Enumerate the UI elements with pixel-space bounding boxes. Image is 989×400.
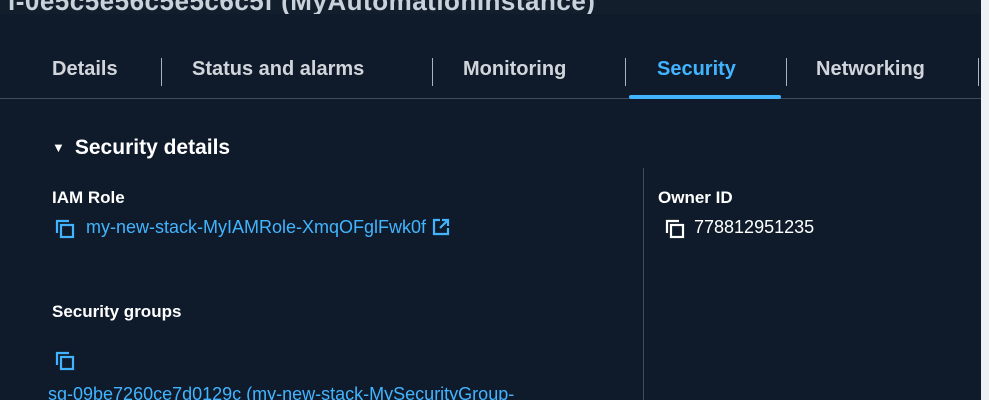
tab-separator [625, 58, 626, 86]
instance-title: i-0e5c5e56c5e5c6c5f (MyAutomationInstanc… [8, 0, 595, 14]
tab-bar-underline [0, 98, 981, 99]
copy-icon[interactable] [665, 219, 685, 239]
iam-role-value: my-new-stack-MyIAMRole-XmqOFglFwk0f [86, 217, 427, 237]
security-details-toggle[interactable]: ▼ Security details [52, 136, 230, 160]
copy-icon[interactable] [55, 351, 75, 371]
tab-bar: Details Status and alarms Monitoring Sec… [0, 48, 981, 98]
tab-separator [161, 58, 162, 86]
security-group-link[interactable]: sg-09be7260ce7d0129c (my-new-stack-MySec… [48, 384, 514, 400]
active-tab-indicator [629, 95, 781, 99]
tab-networking[interactable]: Networking [816, 58, 925, 81]
instance-detail-panel: i-0e5c5e56c5e5c6c5f (MyAutomationInstanc… [0, 0, 989, 400]
tab-separator [978, 58, 979, 86]
instance-title-bar: i-0e5c5e56c5e5c6c5f (MyAutomationInstanc… [0, 0, 989, 14]
tab-separator [432, 58, 433, 86]
iam-role-link[interactable]: my-new-stack-MyIAMRole-XmqOFglFwk0f [86, 217, 450, 238]
external-link-icon [432, 218, 450, 236]
owner-id-value: 778812951235 [694, 217, 815, 237]
caret-down-icon: ▼ [52, 140, 65, 155]
column-divider [643, 168, 644, 400]
tab-security[interactable]: Security [657, 58, 736, 81]
tab-monitoring[interactable]: Monitoring [463, 58, 566, 81]
copy-icon[interactable] [55, 219, 75, 239]
tab-separator [786, 58, 787, 86]
owner-id-label: Owner ID [658, 188, 733, 207]
right-edge-strip [981, 0, 989, 400]
iam-role-label: IAM Role [52, 188, 125, 207]
security-groups-label: Security groups [52, 302, 182, 321]
tab-status-and-alarms[interactable]: Status and alarms [192, 58, 364, 81]
section-title: Security details [74, 136, 231, 159]
tab-details[interactable]: Details [52, 58, 118, 81]
